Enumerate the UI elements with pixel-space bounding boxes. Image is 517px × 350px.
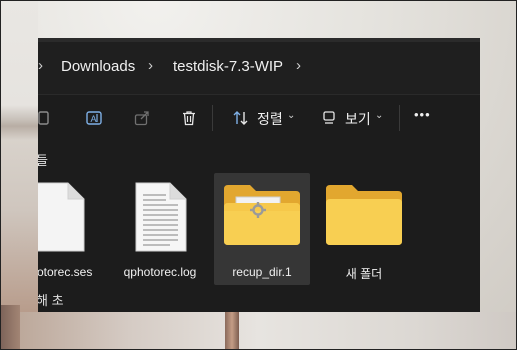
more-options-button[interactable]: •••: [414, 107, 431, 122]
group-heading: 들: [38, 153, 48, 168]
file-explorer-window: › Downloads › testdisk-7.3-WIP › A 정렬 ⌄ …: [38, 38, 480, 312]
delete-icon[interactable]: [178, 107, 200, 129]
background-object: [0, 305, 20, 350]
sort-button-label[interactable]: 정렬: [257, 109, 283, 129]
rename-icon[interactable]: A: [83, 107, 105, 129]
toolbar-divider: [399, 105, 400, 131]
file-item[interactable]: photorec.ses: [38, 173, 106, 285]
folder-name: recup_dir.1: [232, 265, 292, 279]
toolbar-divider: [212, 105, 213, 131]
chevron-right-icon[interactable]: ›: [38, 57, 43, 74]
svg-text:A: A: [91, 114, 97, 124]
folder-item-selected[interactable]: recup_dir.1: [214, 173, 310, 285]
chevron-right-icon[interactable]: ›: [296, 57, 301, 74]
view-icon[interactable]: [318, 107, 340, 129]
share-icon[interactable]: [131, 107, 153, 129]
paste-icon[interactable]: [38, 107, 54, 129]
chevron-down-icon[interactable]: ⌄: [375, 110, 383, 121]
address-bar: › Downloads › testdisk-7.3-WIP ›: [38, 38, 480, 94]
document-icon: [38, 181, 106, 255]
group-heading: 해 초: [38, 293, 64, 308]
text-document-icon: [112, 181, 208, 255]
folder-with-file-icon: [214, 183, 310, 249]
file-name: photorec.ses: [38, 265, 93, 279]
title-bar-edge: [38, 38, 480, 42]
folder-icon: [316, 183, 412, 249]
file-name: qphotorec.log: [123, 265, 197, 279]
folder-name: 새 폴더: [345, 267, 383, 281]
background-wall-left: [0, 0, 38, 350]
chevron-right-icon[interactable]: ›: [148, 57, 153, 74]
command-bar: A 정렬 ⌄ 보기 ⌄ •••: [38, 94, 480, 139]
view-button-label[interactable]: 보기: [345, 109, 371, 129]
chevron-down-icon[interactable]: ⌄: [287, 110, 295, 121]
sort-icon[interactable]: [230, 107, 252, 129]
file-item[interactable]: qphotorec.log: [112, 173, 208, 285]
background-wall-bottom: [0, 312, 517, 350]
breadcrumb-testdisk[interactable]: testdisk-7.3-WIP: [173, 58, 283, 75]
breadcrumb-downloads[interactable]: Downloads: [61, 58, 135, 75]
folder-item[interactable]: 새 폴더: [316, 173, 412, 285]
